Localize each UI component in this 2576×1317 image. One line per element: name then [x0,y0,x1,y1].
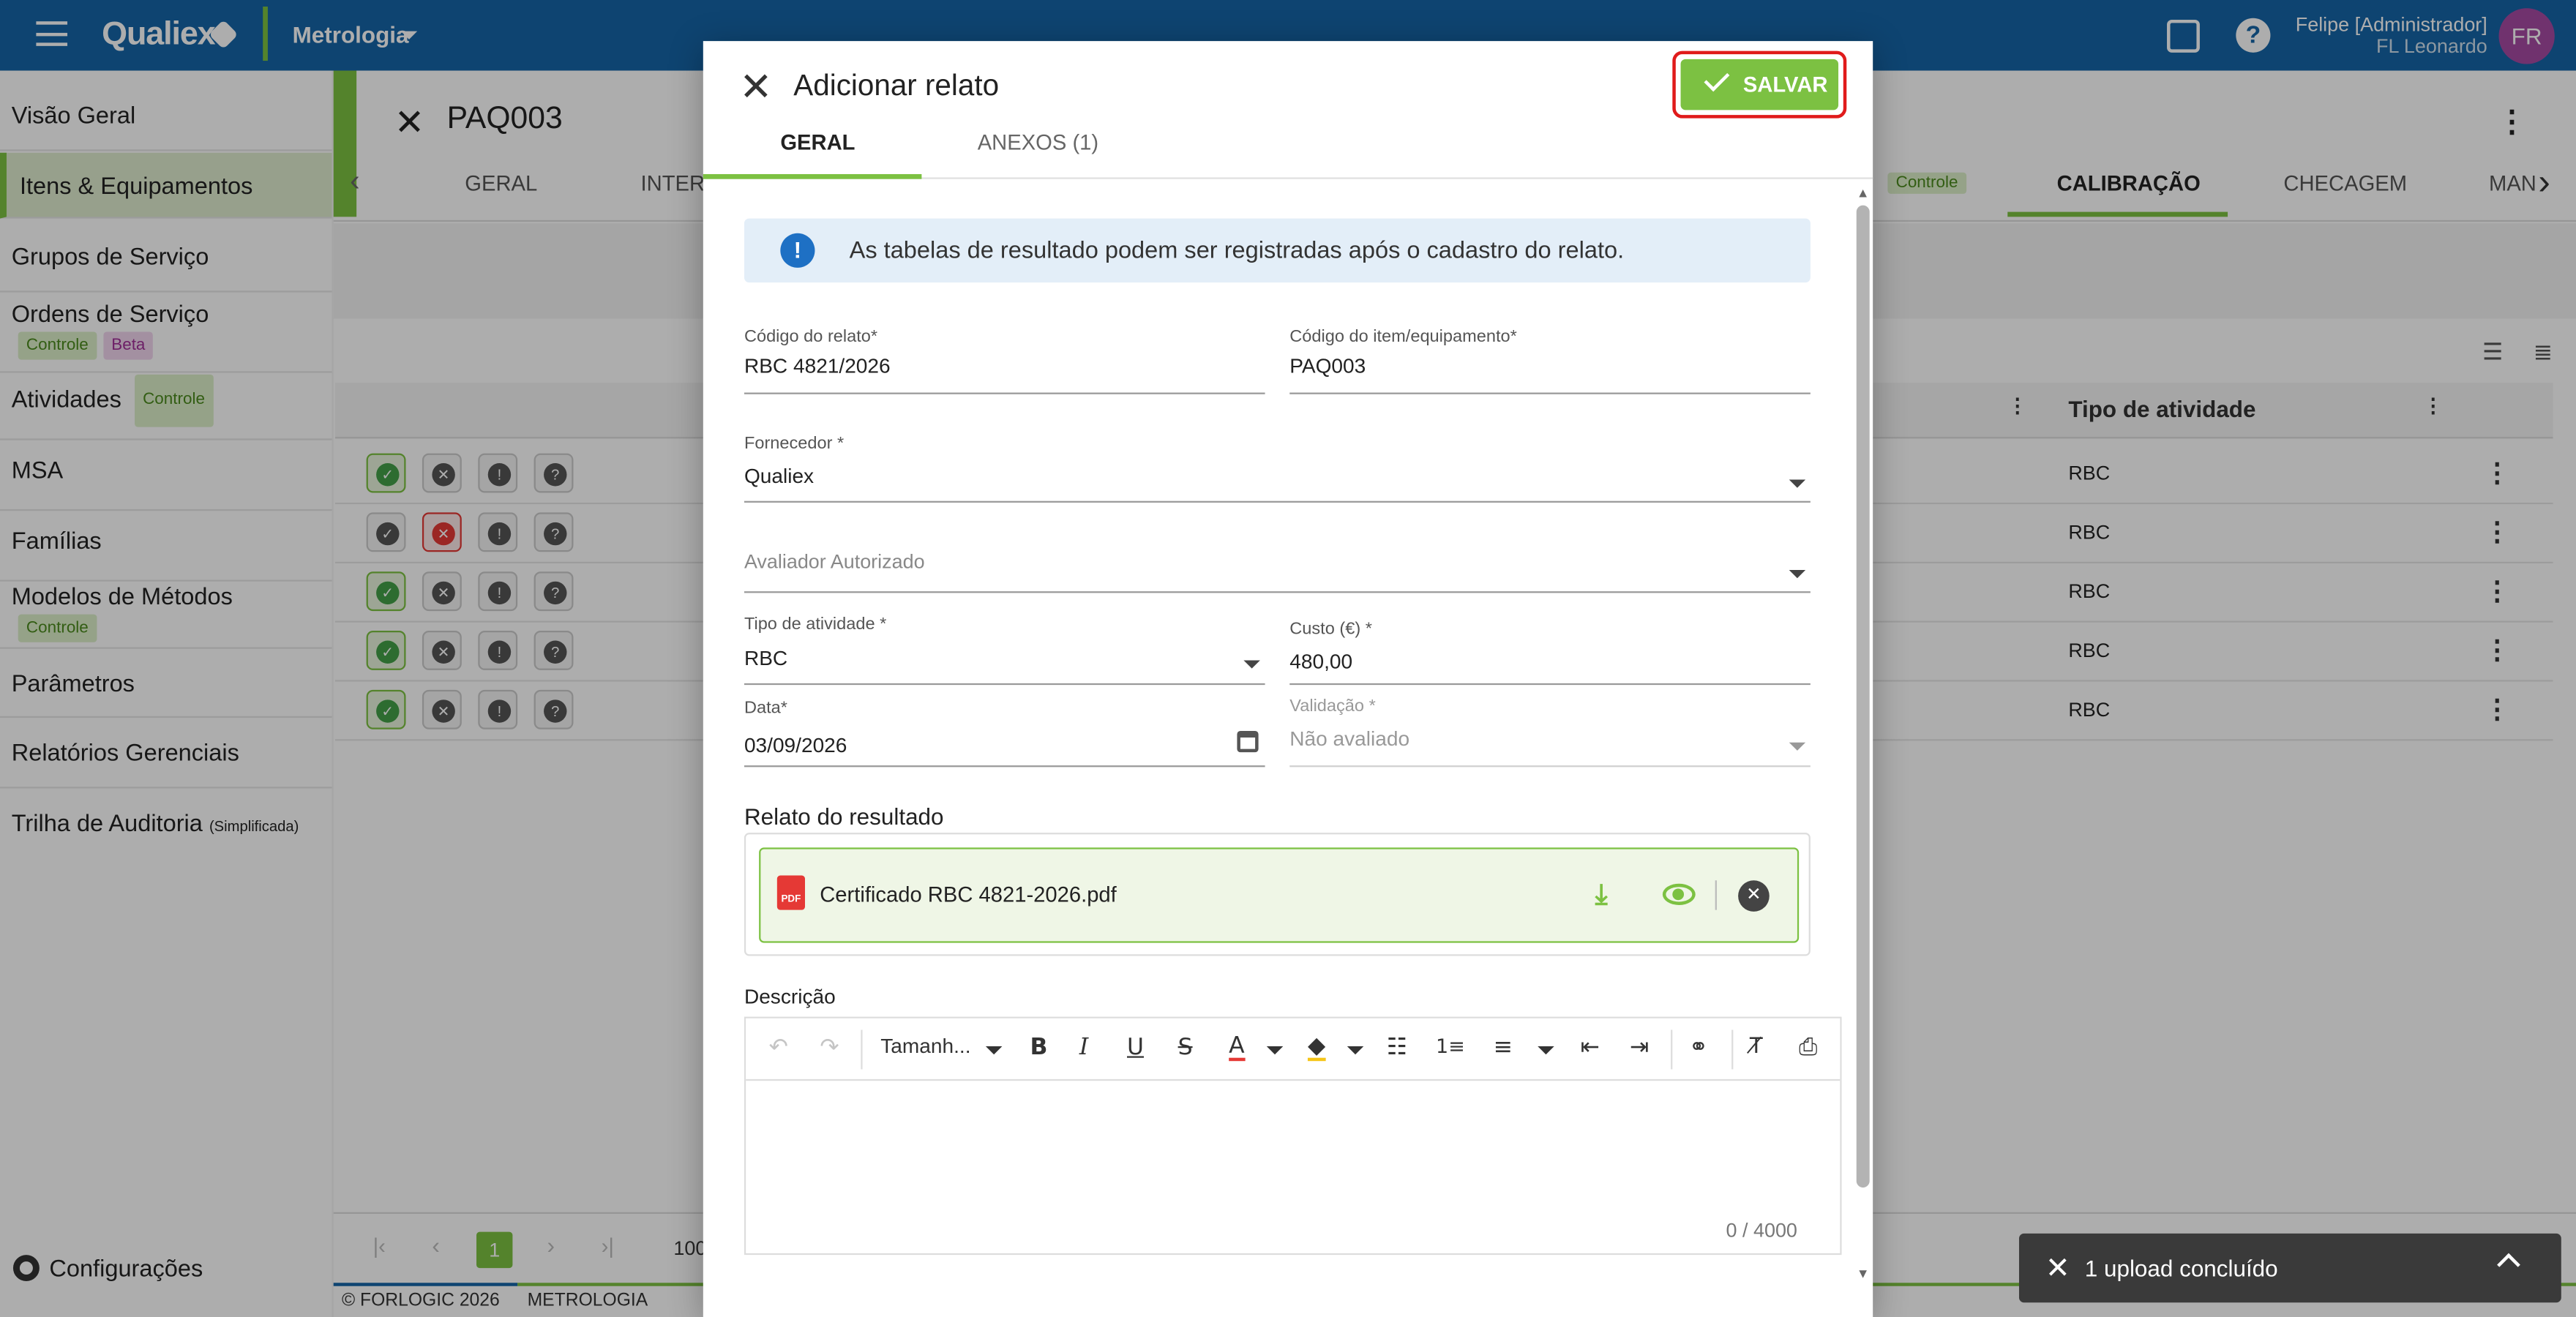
link-icon[interactable]: ⚭ [1689,1035,1708,1061]
font-size-select[interactable]: Tamanh... [880,1035,970,1057]
download-icon[interactable]: ⤓ [1595,880,1622,908]
item-code-underline [1289,392,1811,394]
italic-icon[interactable]: I [1079,1035,1088,1061]
cost-underline [1289,683,1811,686]
cost-label: Custo (€) * [1289,619,1372,639]
report-code-label: Código do relato* [744,326,878,347]
save-label: SALVAR [1742,72,1828,97]
chevron-up-icon[interactable] [2497,1253,2520,1277]
info-icon: ! [780,233,815,268]
character-counter: 0 / 4000 [1726,1218,1797,1242]
pdf-file-icon: PDF [776,875,806,910]
info-text: As tabelas de resultado podem ser regist… [849,238,1625,265]
indent-icon[interactable]: ⇥ [1630,1035,1649,1061]
chevron-down-icon[interactable] [1347,1046,1364,1055]
text-color-icon[interactable]: A [1229,1035,1245,1062]
chevron-down-icon[interactable] [1266,1046,1284,1055]
highlight-color-icon[interactable]: ◆ [1307,1035,1326,1062]
bold-icon[interactable]: B [1030,1035,1048,1061]
report-code-input[interactable]: RBC 4821/2026 [744,355,891,378]
validation-select[interactable]: Não avaliado [1289,727,1409,750]
supplier-select[interactable]: Qualiex [744,465,814,487]
evaluator-select[interactable]: Avaliador Autorizado [744,550,925,573]
chevron-down-icon[interactable] [1789,569,1806,579]
supplier-underline [744,500,1811,503]
activity-type-label: Tipo de atividade * [744,614,887,634]
dialog-title: Adicionar relato [793,69,1000,102]
chevron-down-icon[interactable] [985,1046,1003,1055]
supplier-label: Fornecedor * [744,433,845,454]
chevron-down-icon[interactable] [1243,660,1260,669]
dialog-header: ✕ Adicionar relato SALVAR GERAL ANEXOS (… [703,41,1873,179]
divider [1731,1029,1734,1070]
activity-type-underline [744,683,1265,686]
chevron-down-icon[interactable] [1789,479,1806,488]
scroll-up-icon[interactable]: ▲ [1857,186,1870,200]
divider [861,1029,863,1070]
active-tab-indicator [703,173,922,179]
align-icon[interactable]: ≡ [1494,1035,1513,1061]
tab-geral[interactable]: GERAL [780,130,855,154]
info-banner: ! As tabelas de resultado podem ser regi… [744,218,1811,283]
attachment-box: PDF Certificado RBC 4821-2026.pdf ⤓ ✕ [744,833,1811,956]
chevron-down-icon[interactable] [1538,1046,1554,1055]
attachment-name[interactable]: Certificado RBC 4821-2026.pdf [820,882,1117,907]
editor-toolbar: ↶ ↷ Tamanh... B I U S A ◆ ☷ 1≡ ≡ ⇤ ⇥ ⚭ T… [746,1018,1841,1081]
underline-icon[interactable]: U [1127,1035,1144,1061]
evaluator-underline [744,591,1811,593]
report-code-underline [744,392,1265,394]
upload-toast: ✕ 1 upload concluído [2018,1233,2561,1303]
date-label: Data* [744,698,787,718]
scroll-down-icon[interactable]: ▼ [1857,1267,1870,1281]
divider [1715,880,1717,910]
redo-icon[interactable]: ↷ [820,1035,839,1061]
validation-underline [1289,765,1811,768]
activity-type-select[interactable]: RBC [744,647,787,669]
result-section-title: Relato do resultado [744,803,944,830]
toast-text: 1 upload concluído [2084,1255,2278,1282]
bullet-list-icon[interactable]: ☷ [1387,1035,1407,1061]
calendar-icon[interactable] [1237,730,1259,753]
print-icon[interactable]: ⎙ [1799,1035,1817,1061]
divider [1671,1029,1673,1070]
cost-input[interactable]: 480,00 [1289,650,1352,673]
scrollbar[interactable] [1856,205,1870,1188]
item-code-input[interactable]: PAQ003 [1289,355,1366,378]
strikethrough-icon[interactable]: S [1178,1035,1193,1061]
eye-icon[interactable] [1662,883,1696,905]
attachment-item: PDF Certificado RBC 4821-2026.pdf ⤓ ✕ [759,847,1800,943]
date-input[interactable]: 03/09/2026 [744,734,847,757]
tab-anexos[interactable]: ANEXOS (1) [978,130,1098,154]
save-button[interactable]: SALVAR [1680,59,1839,110]
close-icon[interactable]: ✕ [739,64,772,112]
add-report-dialog: ✕ Adicionar relato SALVAR GERAL ANEXOS (… [703,41,1873,1317]
close-icon[interactable]: ✕ [2045,1252,2070,1286]
undo-icon[interactable]: ↶ [769,1035,788,1061]
outdent-icon[interactable]: ⇤ [1581,1035,1600,1061]
check-icon [1704,66,1730,92]
validation-label: Validação * [1289,696,1376,716]
date-underline [744,765,1265,768]
description-editor[interactable]: ↶ ↷ Tamanh... B I U S A ◆ ☷ 1≡ ≡ ⇤ ⇥ ⚭ T… [744,1016,1842,1256]
remove-icon[interactable]: ✕ [1738,880,1770,912]
clear-format-icon[interactable]: T̸ [1750,1035,1763,1059]
numbered-list-icon[interactable]: 1≡ [1436,1035,1465,1057]
item-code-label: Código do item/equipamento* [1289,326,1517,347]
chevron-down-icon[interactable] [1789,742,1806,751]
description-label: Descrição [744,985,836,1009]
